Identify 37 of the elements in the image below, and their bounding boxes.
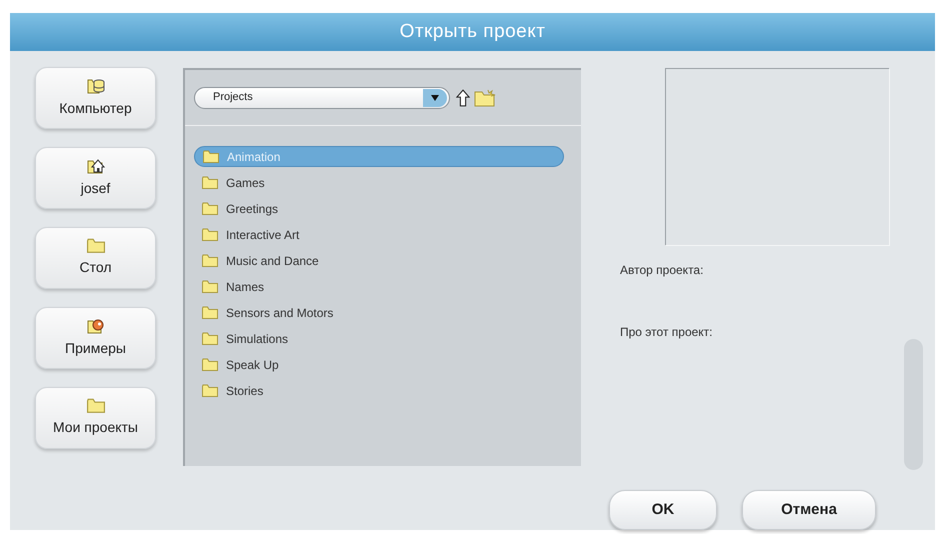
folder-item[interactable]: Interactive Art	[194, 224, 564, 245]
folder-icon	[86, 398, 104, 413]
folder-icon	[202, 202, 218, 215]
folder-icon	[202, 358, 218, 371]
folder-icon	[203, 150, 219, 163]
window-title: Открыть проект	[400, 20, 546, 44]
drive-icon	[86, 78, 104, 94]
folder-item[interactable]: Greetings	[194, 198, 564, 219]
folder-icon	[202, 228, 218, 241]
place-button[interactable]: Мои проекты	[35, 387, 156, 449]
folder-item[interactable]: Sensors and Motors	[194, 302, 564, 323]
place-button[interactable]: Примеры	[35, 307, 156, 369]
place-button[interactable]: Стол	[35, 227, 156, 289]
about-label: Про этот проект:	[620, 324, 714, 341]
folder-icon	[202, 384, 218, 397]
examples-folder-icon	[86, 318, 104, 334]
location-dropdown[interactable]: Projects	[194, 86, 450, 108]
folder-item[interactable]: Stories	[194, 380, 564, 401]
dropdown-arrow-icon	[423, 88, 447, 106]
folder-icon	[202, 332, 218, 345]
folder-icon	[202, 176, 218, 189]
up-arrow-icon[interactable]	[456, 88, 470, 106]
place-button[interactable]: josef	[35, 147, 156, 209]
folder-icon	[202, 254, 218, 267]
dialog-button[interactable]: Отмена	[742, 490, 876, 530]
author-label: Автор проекта:	[620, 262, 704, 279]
folder-item[interactable]: Simulations	[194, 328, 564, 349]
home-folder-icon	[86, 158, 104, 174]
folder-item[interactable]: Speak Up	[194, 354, 564, 375]
folder-item[interactable]: Names	[194, 276, 564, 297]
folder-icon	[202, 280, 218, 293]
place-button[interactable]: Компьютер	[35, 67, 156, 129]
dialog-button[interactable]: OK	[609, 490, 717, 530]
folder-item[interactable]: Music and Dance	[194, 250, 564, 271]
folder-item[interactable]: Games	[194, 172, 564, 193]
folder-icon	[202, 306, 218, 319]
folder-icon	[86, 238, 104, 253]
